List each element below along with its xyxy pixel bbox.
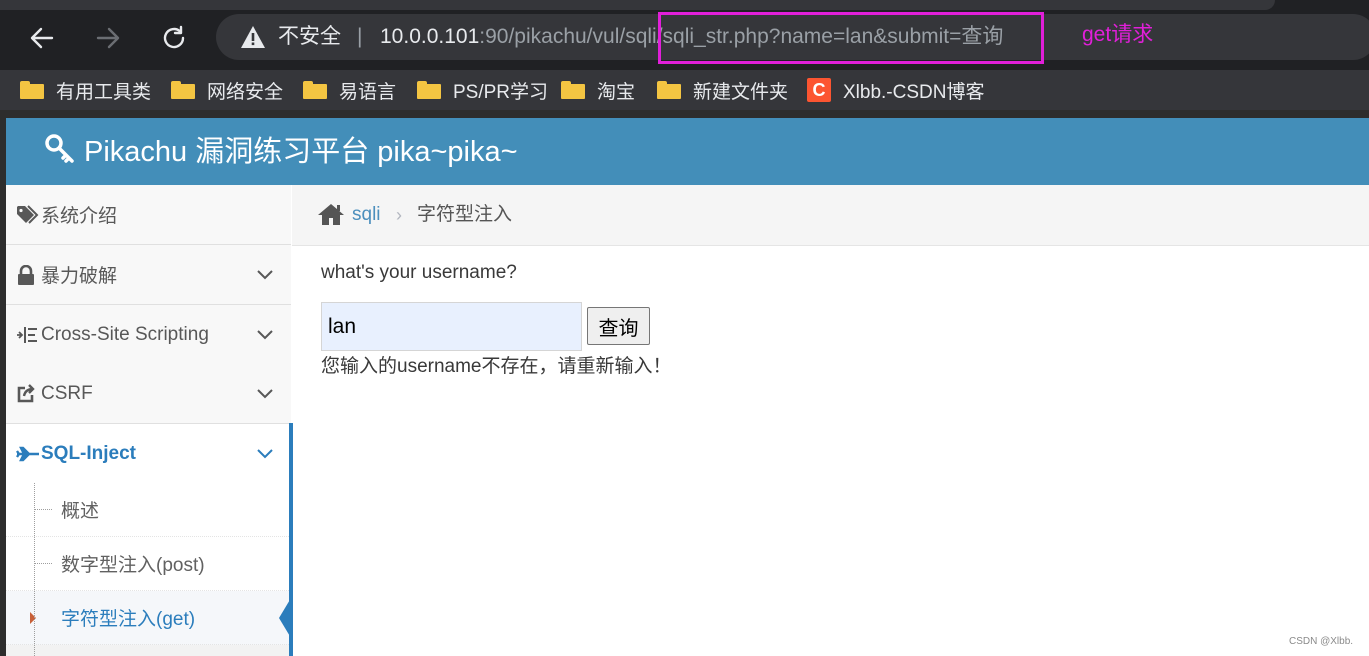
sidebar-item-brute-force[interactable]: 暴力破解	[6, 245, 291, 305]
home-icon[interactable]	[317, 202, 345, 226]
username-input[interactable]	[321, 302, 582, 351]
bookmark-label: 有用工具类	[56, 81, 152, 103]
submenu-item-string-get[interactable]: 字符型注入(get)	[6, 591, 289, 645]
submenu-item-label: 字符型注入(get)	[61, 609, 196, 630]
bookmark-label: 新建文件夹	[693, 81, 789, 103]
chevron-down-icon	[257, 269, 273, 280]
address-separator: |	[357, 25, 363, 48]
brand-title: Pikachu 漏洞练习平台 pika~pika~	[84, 136, 518, 168]
submenu-item-overview[interactable]: 概述	[6, 483, 289, 537]
breadcrumb-separator: ›	[396, 205, 402, 225]
lock-icon	[16, 264, 36, 285]
security-status[interactable]: 不安全	[278, 24, 341, 50]
bookmark-label: 网络安全	[207, 81, 284, 103]
submenu-item-label: 概述	[61, 501, 100, 522]
sidebar-item-label: CSRF	[41, 382, 93, 404]
bookmark-label: 淘宝	[597, 81, 636, 103]
folder-icon	[561, 81, 585, 99]
submenu-item-numeric-post[interactable]: 数字型注入(post)	[6, 537, 289, 591]
warning-icon[interactable]	[240, 25, 266, 54]
bookmark-label: Xlbb.-CSDN博客	[843, 81, 985, 103]
back-icon	[30, 27, 54, 49]
annotation-label: get请求	[1082, 23, 1154, 46]
breadcrumb-current: 字符型注入	[417, 204, 513, 225]
url-host: 10.0.0.101	[380, 25, 480, 48]
breadcrumb-link-sqli[interactable]: sqli	[352, 203, 381, 227]
forward-button[interactable]	[90, 20, 126, 56]
annotation-highlight-box	[658, 12, 1044, 64]
chevron-down-icon	[257, 388, 273, 399]
result-message: 您输入的username不存在，请重新输入！	[321, 356, 672, 377]
sidebar-item-label: Cross-Site Scripting	[41, 323, 209, 345]
sidebar-item-label: 暴力破解	[41, 266, 118, 287]
bookmark-elang[interactable]: 易语言	[303, 78, 397, 103]
watermark: CSDN @Xlbb.	[1289, 636, 1354, 647]
active-item-pointer	[279, 598, 291, 638]
bookmark-label: 易语言	[339, 81, 397, 103]
sidebar-item-sql-inject[interactable]: SQL-Inject	[6, 424, 291, 484]
indent-icon	[16, 325, 38, 345]
chevron-down-icon	[257, 329, 273, 340]
folder-icon	[20, 81, 44, 99]
tree-connector	[34, 563, 52, 564]
bookmark-tools[interactable]: 有用工具类	[20, 78, 152, 103]
brand-link[interactable]: Pikachu 漏洞练习平台 pika~pika~	[44, 131, 518, 168]
csdn-icon: C	[807, 78, 831, 102]
submenu-item-label: 数字型注入(post)	[61, 555, 205, 576]
share-icon	[16, 383, 36, 404]
back-button[interactable]	[24, 20, 60, 56]
folder-icon	[657, 81, 681, 99]
reload-button[interactable]	[156, 20, 192, 56]
sidebar-item-csrf[interactable]: CSRF	[6, 364, 291, 424]
sidebar-item-label: 系统介绍	[41, 206, 118, 227]
forward-icon	[96, 27, 120, 49]
tree-connector	[34, 509, 52, 510]
tags-icon	[16, 204, 40, 225]
folder-icon	[303, 81, 327, 99]
plane-icon	[16, 446, 40, 462]
sidebar-item-intro[interactable]: 系统介绍	[6, 185, 291, 245]
reload-icon	[163, 25, 185, 49]
folder-icon	[417, 81, 441, 99]
sidebar-item-label: SQL-Inject	[41, 442, 137, 464]
chevron-down-icon	[257, 448, 273, 459]
bookmark-pspr[interactable]: PS/PR学习	[417, 78, 549, 103]
bookmark-taobao[interactable]: 淘宝	[561, 78, 636, 103]
key-icon	[44, 133, 76, 165]
sidebar-item-xss[interactable]: Cross-Site Scripting	[6, 305, 291, 365]
submit-button[interactable]: 查询	[587, 307, 650, 345]
bookmark-csdn[interactable]: C Xlbb.-CSDN博客	[807, 78, 985, 103]
folder-icon	[171, 81, 195, 99]
browser-tab-strip	[0, 0, 1275, 10]
bookmark-security[interactable]: 网络安全	[171, 78, 284, 103]
submenu-tree-line	[34, 483, 35, 656]
bookmark-new-folder[interactable]: 新建文件夹	[657, 78, 789, 103]
caret-right-icon	[30, 611, 36, 624]
username-prompt: what's your username?	[321, 262, 517, 283]
bookmark-label: PS/PR学习	[453, 81, 549, 103]
